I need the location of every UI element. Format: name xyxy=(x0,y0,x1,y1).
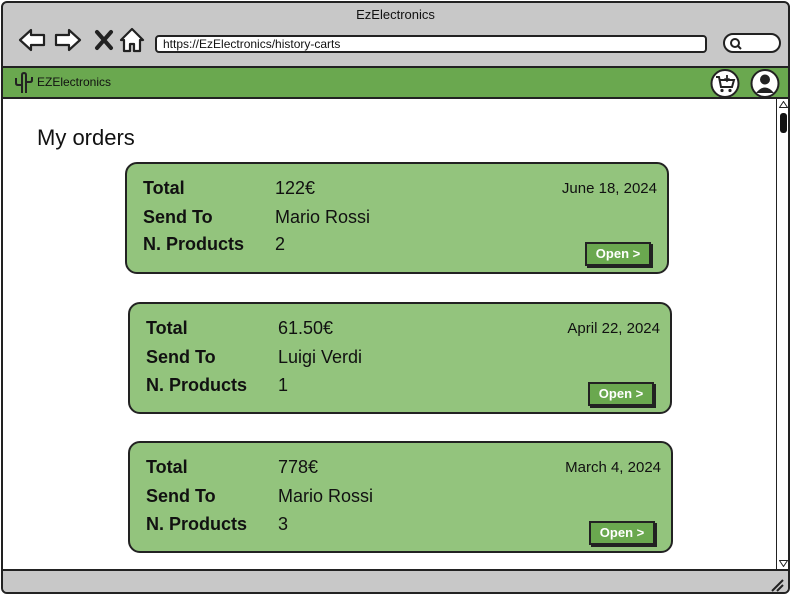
n-products-label: N. Products xyxy=(146,375,248,395)
order-date: June 18, 2024 xyxy=(561,180,657,197)
resize-grip-icon[interactable] xyxy=(768,576,784,592)
total-label: Total xyxy=(146,318,188,338)
browser-search-field[interactable] xyxy=(723,33,781,53)
n-products-label: N. Products xyxy=(143,234,245,254)
total-label: Total xyxy=(143,178,185,198)
send-to-label: Send To xyxy=(143,207,213,227)
order-total: 778€ xyxy=(278,457,319,477)
order-total: 61.50€ xyxy=(278,318,334,338)
page-title: My orders xyxy=(37,125,135,150)
user-button[interactable] xyxy=(750,69,780,98)
forward-icon xyxy=(54,28,82,52)
open-order-button[interactable]: Open > xyxy=(588,382,654,406)
browser-window: EzElectronics https://EzElectronics/hist… xyxy=(1,1,790,594)
order-card: Total 778€ March 4, 2024 Send To Mario R… xyxy=(128,441,673,553)
open-order-button[interactable]: Open > xyxy=(585,242,651,266)
cactus-logo-icon xyxy=(15,71,33,93)
scroll-up-icon[interactable] xyxy=(779,101,788,108)
order-recipient: Mario Rossi xyxy=(275,207,371,227)
order-product-count: 3 xyxy=(278,514,289,534)
stop-button[interactable] xyxy=(89,25,119,55)
order-recipient: Mario Rossi xyxy=(278,486,374,506)
send-to-label: Send To xyxy=(146,347,216,367)
app-header: EZElectronics xyxy=(3,66,788,99)
order-card: Total 122€ June 18, 2024 Send To Mario R… xyxy=(125,162,669,274)
brand-name: EZElectronics xyxy=(37,75,112,89)
home-icon xyxy=(119,27,145,53)
order-total: 122€ xyxy=(275,178,316,198)
scrollbar-thumb[interactable] xyxy=(780,113,787,133)
status-bar xyxy=(3,569,788,592)
back-button[interactable] xyxy=(17,25,47,55)
send-to-label: Send To xyxy=(146,486,216,506)
user-icon xyxy=(750,69,780,98)
n-products-label: N. Products xyxy=(146,514,248,534)
home-button[interactable] xyxy=(117,25,147,55)
forward-button[interactable] xyxy=(53,25,83,55)
order-date: April 22, 2024 xyxy=(567,320,660,337)
cart-icon xyxy=(710,69,740,98)
order-product-count: 1 xyxy=(278,375,289,395)
order-date: March 4, 2024 xyxy=(565,459,661,476)
vertical-scrollbar[interactable] xyxy=(776,99,788,569)
scroll-down-icon[interactable] xyxy=(779,560,788,567)
search-icon xyxy=(730,38,742,50)
close-icon xyxy=(95,30,113,50)
order-card: Total 61.50€ April 22, 2024 Send To Luig… xyxy=(128,302,672,414)
page-content: My orders Total 122€ June 18, 2024 Send … xyxy=(3,99,776,569)
order-recipient: Luigi Verdi xyxy=(278,347,363,367)
order-product-count: 2 xyxy=(275,234,286,254)
total-label: Total xyxy=(146,457,188,477)
window-title: EzElectronics xyxy=(356,7,435,22)
back-icon xyxy=(18,28,46,52)
open-order-button[interactable]: Open > xyxy=(589,521,655,545)
cart-button[interactable] xyxy=(710,69,740,98)
address-bar[interactable]: https://EzElectronics/history-carts xyxy=(155,35,707,53)
